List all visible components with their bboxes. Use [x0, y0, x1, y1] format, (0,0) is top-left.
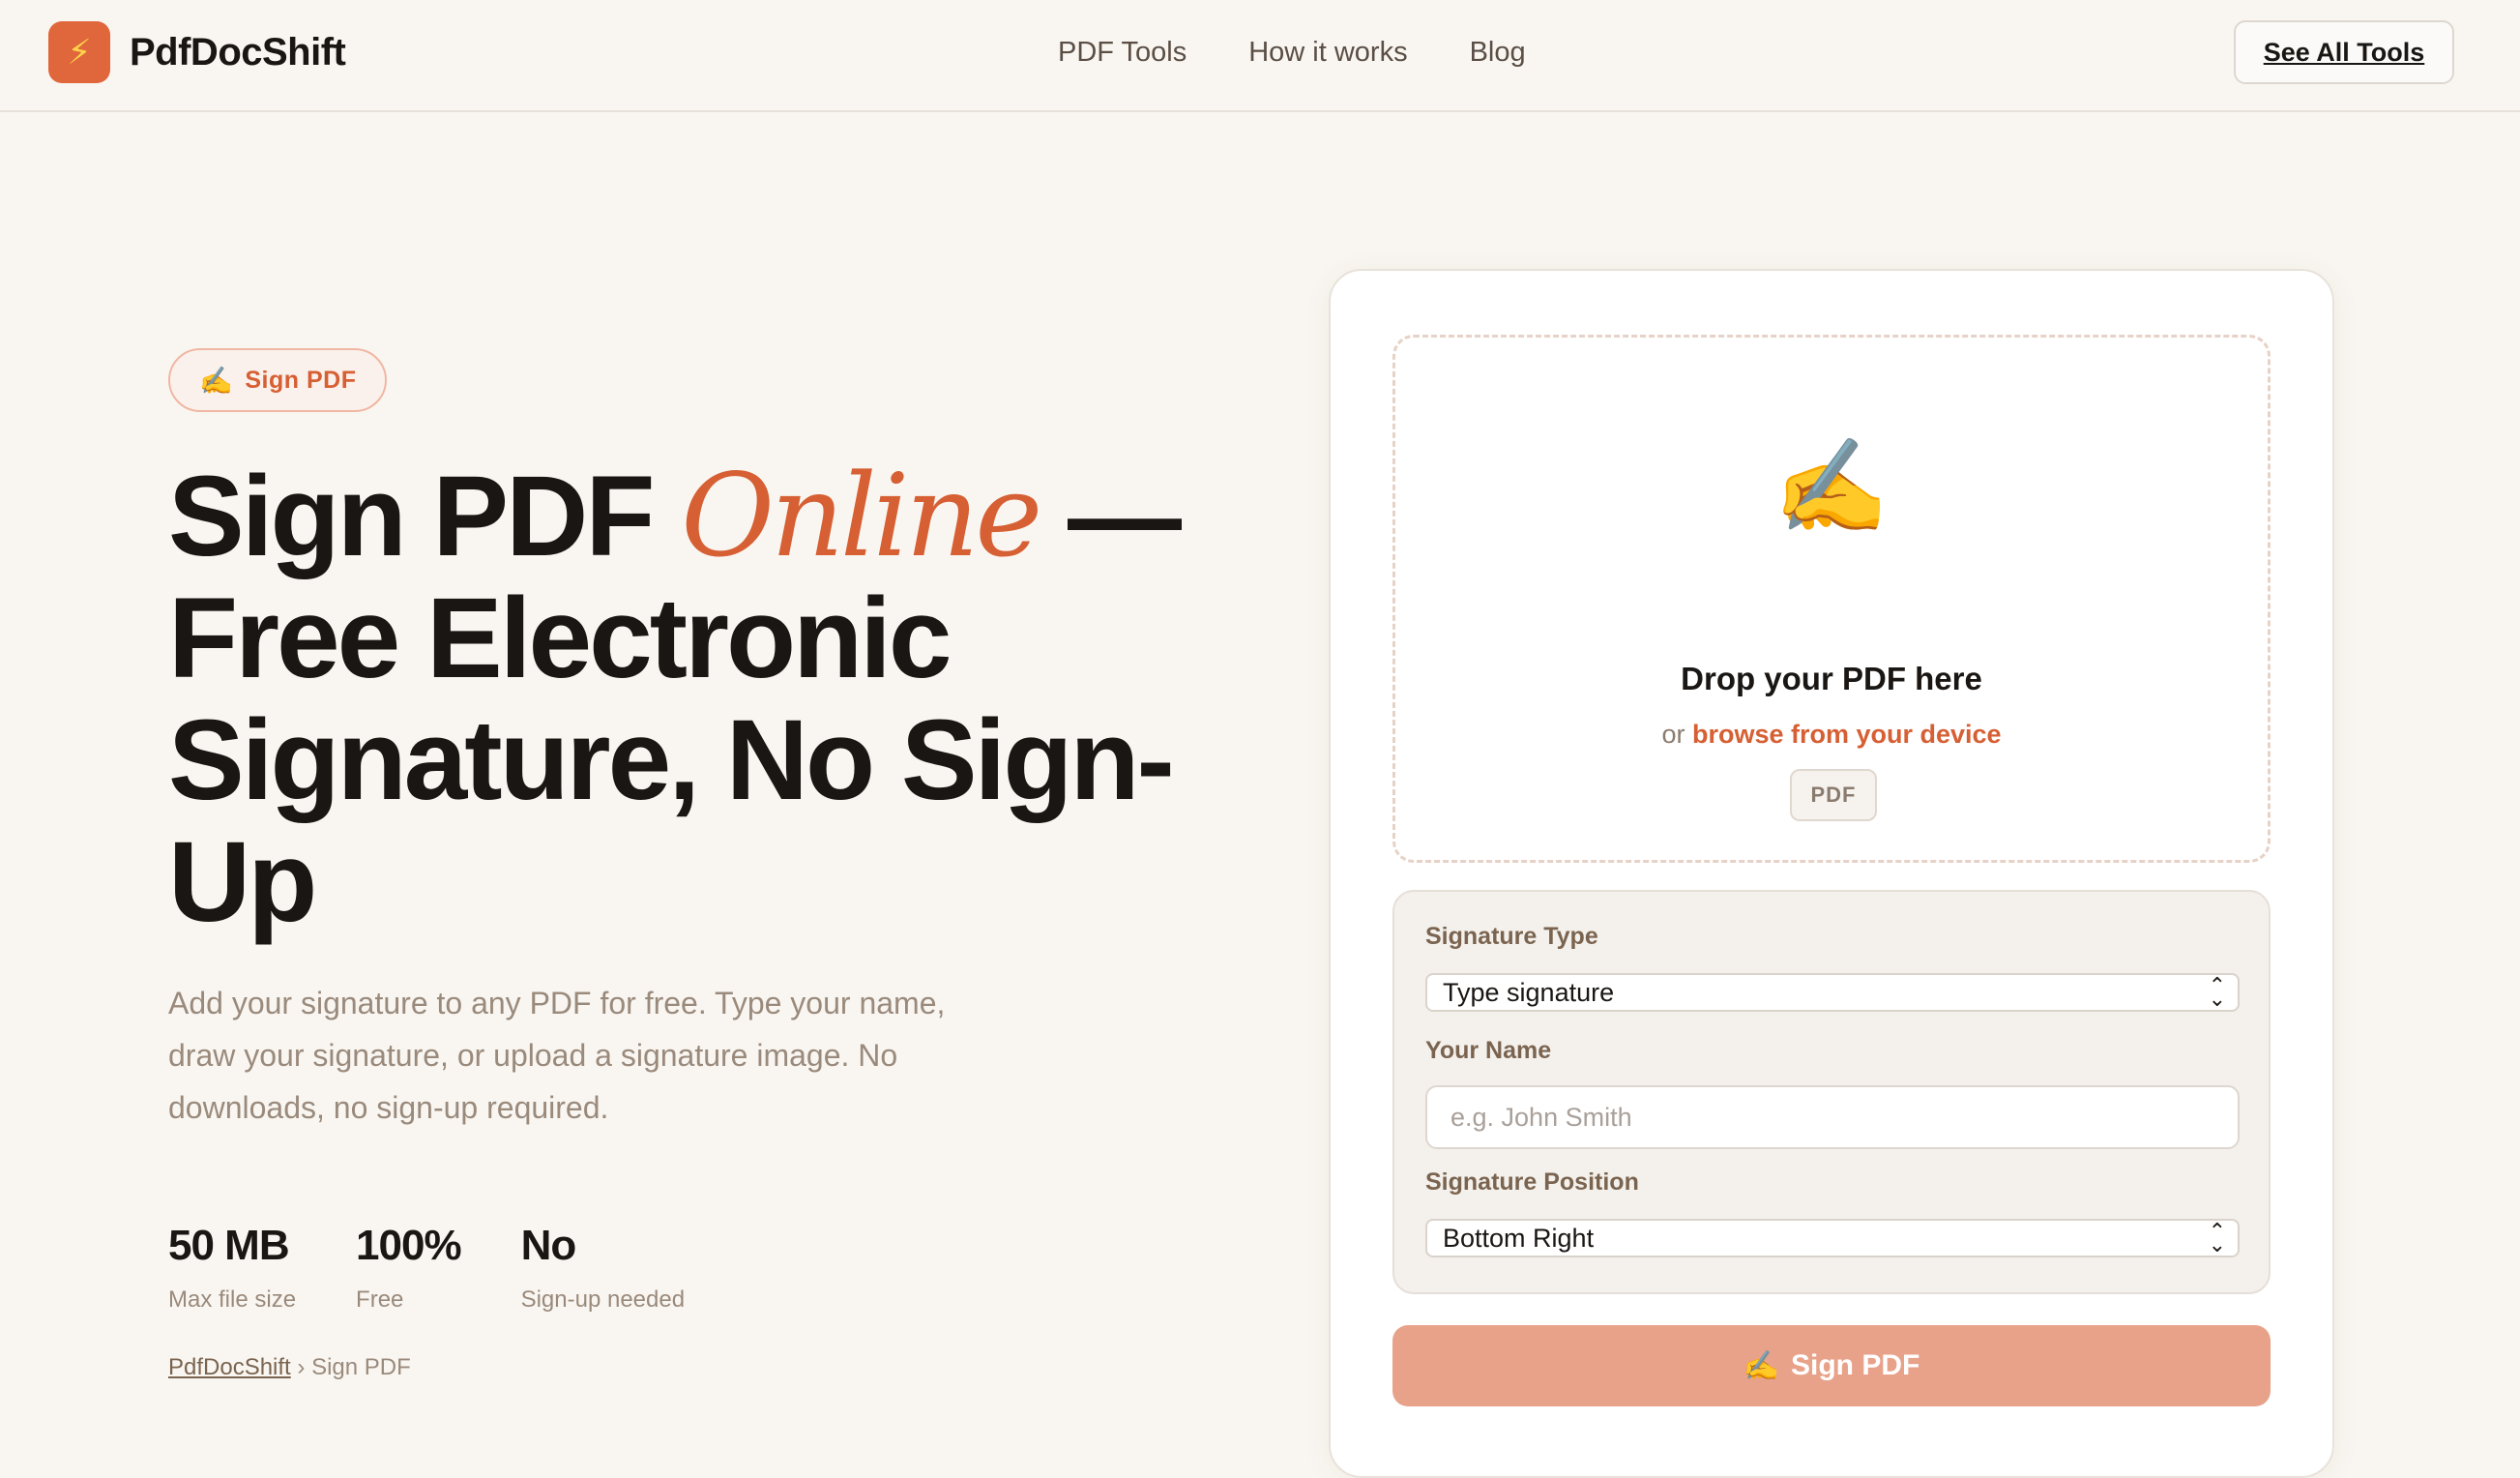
writing-hand-icon: ✍️: [1773, 435, 1890, 539]
stat-value: No: [520, 1222, 577, 1269]
nav-item-pdf-tools[interactable]: PDF Tools: [1058, 33, 1187, 72]
stat-free: 100% Free: [356, 1219, 462, 1314]
tool-card: ✍️ Drop your PDF here or browse from you…: [1329, 269, 2334, 1478]
stat-label: Sign-up needed: [520, 1286, 686, 1313]
brand-name: PdfDocShift: [130, 30, 346, 74]
stats-row: 50 MB Max file size 100% Free No Sign-up…: [168, 1219, 745, 1314]
sign-pdf-button-label: Sign PDF: [1791, 1349, 1920, 1381]
tool-badge-label: Sign PDF: [245, 366, 357, 394]
format-chip: PDF: [1790, 769, 1877, 821]
stat-label: Free: [356, 1286, 404, 1313]
dropzone-sub-prefix: or: [1661, 720, 1692, 749]
browse-device-link[interactable]: browse from your device: [1692, 720, 2002, 749]
stat-sign-up: No Sign-up needed: [521, 1219, 685, 1314]
tool-badge: ✍️ Sign PDF: [168, 348, 388, 412]
nav-item-how-it-works[interactable]: How it works: [1248, 33, 1407, 72]
page-title: Sign PDF Online — Free Electronic Signat…: [168, 455, 1193, 943]
sign-pdf-button[interactable]: ✍️ Sign PDF: [1392, 1325, 2271, 1406]
stat-value: 100%: [356, 1222, 462, 1269]
dropzone-subtitle: or browse from your device: [1395, 720, 2268, 750]
page-description: Add your signature to any PDF for free. …: [168, 986, 946, 1125]
writing-hand-icon: ✍️: [199, 365, 234, 396]
breadcrumb: PdfDocShift › Sign PDF: [168, 1354, 411, 1381]
signature-type-value: Type signature: [1443, 977, 1615, 1007]
main-nav: PDF Tools How it works Blog: [1058, 33, 1526, 72]
stat-max-file-size: 50 MB Max file size: [168, 1219, 296, 1314]
page-title-part1: Sign PDF: [168, 453, 682, 580]
see-all-tools-button[interactable]: See All Tools: [2234, 20, 2454, 84]
writing-hand-icon: ✍️: [1743, 1349, 1779, 1382]
stat-value: 50 MB: [168, 1222, 290, 1269]
select-chevron-icon: ⌃ ⌄: [2208, 1219, 2226, 1256]
signature-options-panel: Signature Type Type signature ⌃ ⌄ Your Na…: [1392, 890, 2271, 1294]
pdf-dropzone[interactable]: ✍️ Drop your PDF here or browse from you…: [1392, 335, 2271, 863]
lightning-icon: ⚡: [48, 21, 110, 83]
dropzone-title: Drop your PDF here: [1681, 661, 1982, 696]
site-header: ⚡ PdfDocShift PDF Tools How it works Blo…: [0, 0, 2520, 112]
signature-position-value: Bottom Right: [1443, 1223, 1595, 1253]
breadcrumb-separator: ›: [297, 1354, 306, 1380]
brand-logo[interactable]: ⚡ PdfDocShift: [48, 21, 346, 83]
select-chevron-icon: ⌃ ⌄: [2208, 973, 2226, 1011]
signature-position-select[interactable]: Bottom Right ⌃ ⌄: [1425, 1219, 2240, 1257]
breadcrumb-home-link[interactable]: PdfDocShift: [168, 1354, 291, 1380]
signature-type-select[interactable]: Type signature ⌃ ⌄: [1425, 973, 2240, 1012]
signature-type-label: Signature Type: [1425, 923, 1598, 950]
breadcrumb-current: Sign PDF: [311, 1354, 411, 1380]
stat-label: Max file size: [168, 1286, 297, 1313]
nav-item-blog[interactable]: Blog: [1470, 33, 1526, 72]
page-title-accent: Online: [681, 449, 1042, 582]
signature-position-label: Signature Position: [1425, 1168, 1639, 1196]
your-name-input[interactable]: [1425, 1085, 2240, 1149]
your-name-label: Your Name: [1425, 1037, 1552, 1064]
